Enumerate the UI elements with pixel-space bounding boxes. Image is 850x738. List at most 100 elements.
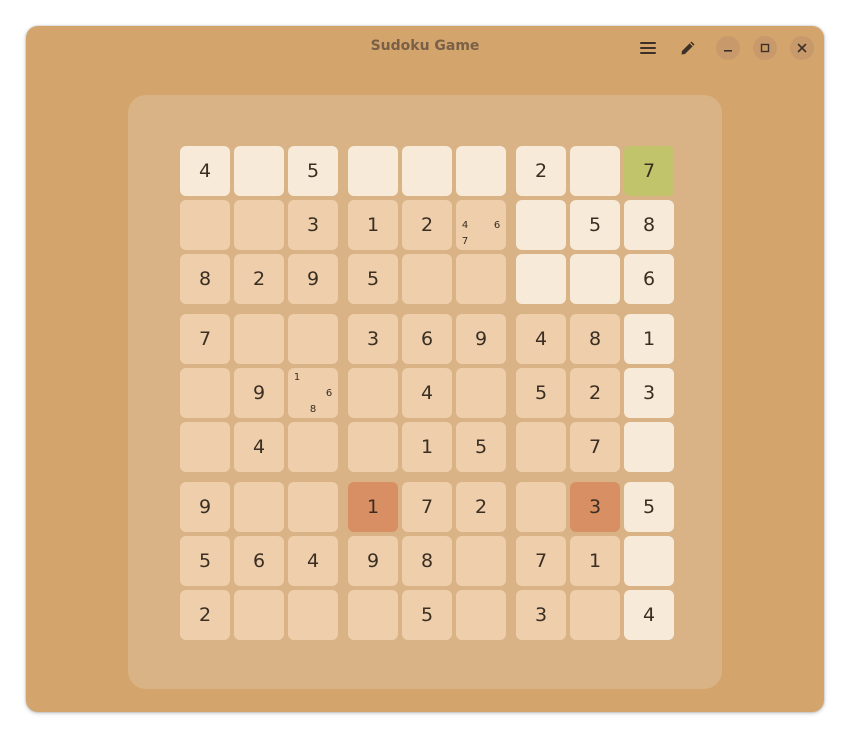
cell-value: 1 bbox=[642, 328, 656, 350]
cell-r4-c2[interactable] bbox=[234, 314, 284, 364]
cell-r2-c8[interactable]: 5 bbox=[570, 200, 620, 250]
cell-value: 2 bbox=[252, 268, 266, 290]
note-digit: 7 bbox=[461, 235, 469, 247]
cell-r5-c5[interactable]: 4 bbox=[402, 368, 452, 418]
cell-r6-c4[interactable] bbox=[348, 422, 398, 472]
cell-r3-c2[interactable]: 2 bbox=[234, 254, 284, 304]
cell-r7-c2[interactable] bbox=[234, 482, 284, 532]
cell-r8-c6[interactable] bbox=[456, 536, 506, 586]
cell-r8-c9[interactable] bbox=[624, 536, 674, 586]
cell-r4-c6[interactable]: 9 bbox=[456, 314, 506, 364]
cell-r5-c6[interactable] bbox=[456, 368, 506, 418]
cell-r4-c8[interactable]: 8 bbox=[570, 314, 620, 364]
cell-value: 3 bbox=[366, 328, 380, 350]
cell-r8-c2[interactable]: 6 bbox=[234, 536, 284, 586]
maximize-button[interactable] bbox=[753, 36, 777, 60]
cell-r5-c3[interactable]: 1 68 bbox=[288, 368, 338, 418]
cell-r3-c4[interactable]: 5 bbox=[348, 254, 398, 304]
cell-r2-c5[interactable]: 2 bbox=[402, 200, 452, 250]
cell-r8-c1[interactable]: 5 bbox=[180, 536, 230, 586]
cell-r1-c3[interactable]: 5 bbox=[288, 146, 338, 196]
cell-r6-c3[interactable] bbox=[288, 422, 338, 472]
cell-r2-c9[interactable]: 8 bbox=[624, 200, 674, 250]
cell-r3-c3[interactable]: 9 bbox=[288, 254, 338, 304]
cell-r4-c9[interactable]: 1 bbox=[624, 314, 674, 364]
cell-r6-c2[interactable]: 4 bbox=[234, 422, 284, 472]
cell-r3-c9[interactable]: 6 bbox=[624, 254, 674, 304]
cell-r6-c9[interactable] bbox=[624, 422, 674, 472]
cell-r7-c6[interactable]: 2 bbox=[456, 482, 506, 532]
cell-r8-c4[interactable]: 9 bbox=[348, 536, 398, 586]
cell-r6-c6[interactable]: 5 bbox=[456, 422, 506, 472]
cell-value: 1 bbox=[366, 214, 380, 236]
cell-r6-c5[interactable]: 1 bbox=[402, 422, 452, 472]
cell-value: 2 bbox=[420, 214, 434, 236]
cell-r6-c1[interactable] bbox=[180, 422, 230, 472]
cell-r2-c6[interactable]: 4 6 7 bbox=[456, 200, 506, 250]
titlebar: Sudoku Game bbox=[26, 26, 824, 72]
cell-r1-c4[interactable] bbox=[348, 146, 398, 196]
cell-r1-c2[interactable] bbox=[234, 146, 284, 196]
cell-r1-c1[interactable]: 4 bbox=[180, 146, 230, 196]
cell-r5-c7[interactable]: 5 bbox=[516, 368, 566, 418]
cell-r3-c1[interactable]: 8 bbox=[180, 254, 230, 304]
cell-r2-c2[interactable] bbox=[234, 200, 284, 250]
cell-r2-c4[interactable]: 1 bbox=[348, 200, 398, 250]
cell-r5-c2[interactable]: 9 bbox=[234, 368, 284, 418]
cell-r9-c6[interactable] bbox=[456, 590, 506, 640]
cell-r6-c8[interactable]: 7 bbox=[570, 422, 620, 472]
cell-r8-c5[interactable]: 8 bbox=[402, 536, 452, 586]
cell-r5-c9[interactable]: 3 bbox=[624, 368, 674, 418]
cell-r5-c8[interactable]: 2 bbox=[570, 368, 620, 418]
cell-r7-c3[interactable] bbox=[288, 482, 338, 532]
cell-r4-c3[interactable] bbox=[288, 314, 338, 364]
cell-r9-c5[interactable]: 5 bbox=[402, 590, 452, 640]
cell-value: 4 bbox=[642, 604, 656, 626]
cell-r4-c5[interactable]: 6 bbox=[402, 314, 452, 364]
cell-r8-c3[interactable]: 4 bbox=[288, 536, 338, 586]
cell-r7-c5[interactable]: 7 bbox=[402, 482, 452, 532]
cell-r5-c1[interactable] bbox=[180, 368, 230, 418]
cell-r1-c5[interactable] bbox=[402, 146, 452, 196]
cell-value: 8 bbox=[588, 328, 602, 350]
cell-value: 2 bbox=[588, 382, 602, 404]
cell-r4-c7[interactable]: 4 bbox=[516, 314, 566, 364]
cell-value: 5 bbox=[474, 436, 488, 458]
cell-r7-c8[interactable]: 3 bbox=[570, 482, 620, 532]
cell-value: 3 bbox=[642, 382, 656, 404]
cell-r1-c8[interactable] bbox=[570, 146, 620, 196]
cell-r9-c4[interactable] bbox=[348, 590, 398, 640]
cell-r4-c4[interactable]: 3 bbox=[348, 314, 398, 364]
cell-r8-c8[interactable]: 1 bbox=[570, 536, 620, 586]
cell-r1-c6[interactable] bbox=[456, 146, 506, 196]
cell-r7-c7[interactable] bbox=[516, 482, 566, 532]
cell-r4-c1[interactable]: 7 bbox=[180, 314, 230, 364]
minimize-button[interactable] bbox=[716, 36, 740, 60]
cell-r3-c7[interactable] bbox=[516, 254, 566, 304]
cell-r6-c7[interactable] bbox=[516, 422, 566, 472]
cell-r9-c8[interactable] bbox=[570, 590, 620, 640]
cell-r9-c1[interactable]: 2 bbox=[180, 590, 230, 640]
cell-r3-c8[interactable] bbox=[570, 254, 620, 304]
cell-r7-c4[interactable]: 1 bbox=[348, 482, 398, 532]
close-button[interactable] bbox=[790, 36, 814, 60]
cell-r5-c4[interactable] bbox=[348, 368, 398, 418]
cell-r2-c7[interactable] bbox=[516, 200, 566, 250]
cell-r7-c1[interactable]: 9 bbox=[180, 482, 230, 532]
menu-button[interactable] bbox=[635, 35, 661, 61]
cell-r3-c5[interactable] bbox=[402, 254, 452, 304]
cell-r3-c6[interactable] bbox=[456, 254, 506, 304]
pencil-notes: 1 68 bbox=[288, 368, 338, 418]
cell-r9-c9[interactable]: 4 bbox=[624, 590, 674, 640]
cell-r1-c7[interactable]: 2 bbox=[516, 146, 566, 196]
cell-r1-c9[interactable]: 7 bbox=[624, 146, 674, 196]
cell-r9-c2[interactable] bbox=[234, 590, 284, 640]
cell-r2-c3[interactable]: 3 bbox=[288, 200, 338, 250]
note-digit: 6 bbox=[493, 219, 501, 231]
cell-r8-c7[interactable]: 7 bbox=[516, 536, 566, 586]
cell-r9-c7[interactable]: 3 bbox=[516, 590, 566, 640]
cell-r9-c3[interactable] bbox=[288, 590, 338, 640]
cell-r2-c1[interactable] bbox=[180, 200, 230, 250]
pencil-button[interactable] bbox=[675, 35, 701, 61]
cell-r7-c9[interactable]: 5 bbox=[624, 482, 674, 532]
